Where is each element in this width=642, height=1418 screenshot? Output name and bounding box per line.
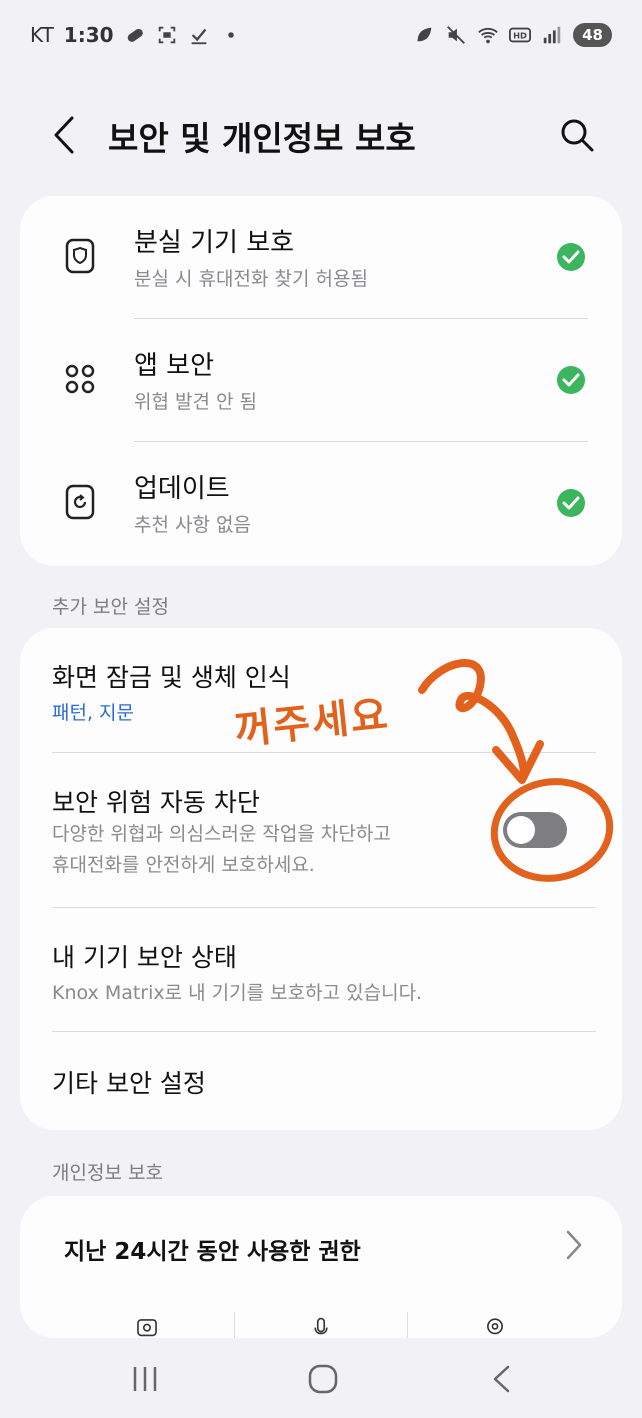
app-header: 보안 및 개인정보 보호 <box>0 96 642 178</box>
signal-icon <box>543 26 561 44</box>
notification-dot-icon <box>227 32 234 38</box>
other-security-settings-row[interactable]: 기타 보안 설정 <box>20 1032 622 1130</box>
location-icon <box>487 1318 503 1335</box>
row-title: 내 기기 보안 상태 <box>52 943 237 972</box>
section-label-additional-security: 추가 보안 설정 <box>52 596 169 618</box>
lost-device-protection-row[interactable]: 분실 기기 보호 분실 시 휴대전화 찾기 허용됨 <box>20 196 622 318</box>
privacy-permissions-card[interactable]: 지난 24시간 동안 사용한 권한 <box>20 1196 622 1338</box>
check-circle-icon <box>557 366 585 394</box>
toggle-knob <box>507 816 535 844</box>
update-row[interactable]: 업데이트 추천 사항 없음 <box>20 442 622 564</box>
microphone-icon <box>314 1317 328 1335</box>
app-security-row[interactable]: 앱 보안 위협 발견 안 됨 <box>20 319 622 441</box>
row-subtitle: 패턴, 지문 <box>52 702 134 724</box>
status-left: KT 1:30 <box>30 23 242 47</box>
wifi-icon <box>478 27 498 44</box>
download-done-icon <box>191 28 206 45</box>
check-circle-icon <box>557 489 585 517</box>
back-nav-icon[interactable] <box>486 1362 520 1396</box>
battery-indicator: 48 <box>573 23 612 47</box>
back-arrow-icon[interactable] <box>48 114 82 156</box>
divider <box>407 1312 408 1338</box>
lost-device-shield-icon <box>65 238 95 274</box>
device-security-status-row[interactable]: 내 기기 보안 상태 Knox Matrix로 내 기기를 보호하고 있습니다. <box>20 908 622 1032</box>
row-title: 분실 기기 보호 <box>134 228 295 258</box>
permissions-used-title: 지난 24시간 동안 사용한 권한 <box>64 1239 361 1265</box>
row-title: 화면 잠금 및 생체 인식 <box>52 663 291 692</box>
protection-status-card: 분실 기기 보호 분실 시 휴대전화 찾기 허용됨 앱 보안 위협 발견 안 됨… <box>20 196 622 566</box>
divider <box>234 1312 235 1338</box>
screenshot-icon <box>158 26 175 44</box>
status-right: HD 48 <box>413 23 612 47</box>
svg-text:HD: HD <box>513 31 527 41</box>
row-title: 업데이트 <box>134 474 230 504</box>
row-title: 앱 보안 <box>134 351 215 381</box>
apps-grid-icon <box>65 364 95 394</box>
row-subtitle: 분실 시 휴대전화 찾기 허용됨 <box>134 268 368 290</box>
camera-icon <box>137 1319 157 1337</box>
auto-blocker-toggle[interactable] <box>503 812 567 848</box>
home-icon[interactable] <box>306 1362 340 1396</box>
carrier-label: KT <box>30 23 54 47</box>
search-icon[interactable] <box>558 116 596 154</box>
row-subtitle: 추천 사항 없음 <box>134 514 251 536</box>
update-refresh-icon <box>65 484 95 520</box>
section-label-privacy: 개인정보 보호 <box>52 1162 163 1184</box>
navigation-bar <box>0 1340 642 1418</box>
status-bar: KT 1:30 HD 48 <box>0 0 642 70</box>
leaf-icon <box>417 27 432 42</box>
chevron-right-icon <box>566 1230 582 1260</box>
mute-icon <box>447 26 466 44</box>
row-subtitle-line1: 다양한 위협과 의심스러운 작업을 차단하고 <box>52 823 391 845</box>
hd-voice-icon: HD <box>509 27 532 43</box>
row-subtitle: Knox Matrix로 내 기기를 보호하고 있습니다. <box>52 982 423 1004</box>
row-subtitle-line2: 휴대전화를 안전하게 보호하세요. <box>52 854 315 876</box>
row-title: 기타 보안 설정 <box>52 1069 206 1098</box>
page-title: 보안 및 개인정보 보호 <box>108 119 416 158</box>
row-title: 보안 위험 자동 차단 <box>52 788 260 817</box>
recent-apps-icon[interactable] <box>128 1362 162 1396</box>
row-subtitle: 위협 발견 안 됨 <box>134 391 257 413</box>
pill-icon <box>127 28 143 42</box>
check-circle-icon <box>557 243 585 271</box>
clock: 1:30 <box>63 23 114 47</box>
